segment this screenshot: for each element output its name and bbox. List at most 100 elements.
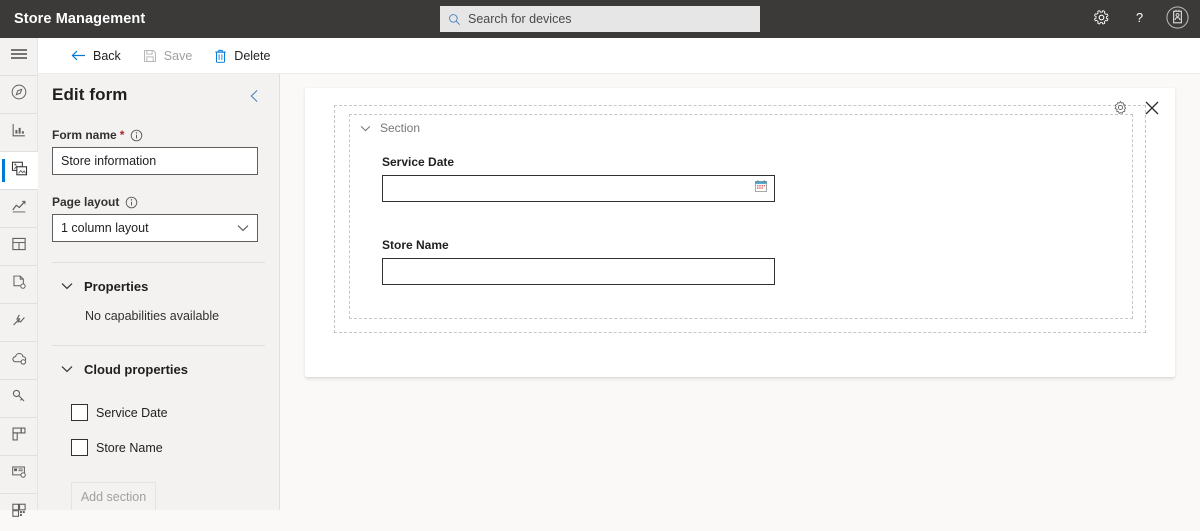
document-settings-icon (10, 273, 28, 296)
page-layout-label: Page layout (52, 195, 265, 209)
rail-item-layouts[interactable] (0, 228, 38, 265)
search-icon (448, 13, 461, 26)
help-icon-button[interactable]: ? (1120, 0, 1158, 38)
panel-collapse-button[interactable] (243, 86, 265, 108)
svg-text:?: ? (1135, 10, 1142, 25)
form-field-service-date: Service Date (382, 155, 1132, 202)
app-header: Store Management ? (0, 0, 1200, 38)
cloud-properties-accordion[interactable]: Cloud properties (52, 352, 265, 386)
checkbox-label: Store Name (96, 440, 163, 455)
form-name-input[interactable] (52, 147, 258, 175)
cloud-properties-title: Cloud properties (84, 361, 189, 377)
monitor-settings-icon (10, 463, 28, 486)
section-header[interactable]: Section (350, 115, 1132, 141)
section-settings-button[interactable] (1111, 100, 1129, 118)
checkbox-label: Service Date (96, 405, 168, 420)
devices-stack-icon (10, 159, 29, 183)
rail-item-dashboard[interactable] (0, 76, 38, 113)
save-label: Save (163, 48, 193, 63)
rail-item-cloud[interactable] (0, 342, 38, 379)
properties-accordion[interactable]: Properties (52, 269, 265, 303)
gear-icon (1113, 100, 1128, 118)
rail-item-documents[interactable] (0, 266, 38, 303)
compass-icon (10, 83, 28, 106)
store-name-input[interactable] (382, 258, 775, 285)
cloud-settings-icon (10, 349, 29, 373)
rail-item-reports[interactable] (0, 114, 38, 151)
bar-chart-icon (10, 121, 28, 144)
line-chart-icon (10, 197, 28, 220)
add-section-button[interactable]: Add section (71, 482, 156, 510)
chevron-down-icon (61, 282, 73, 290)
search-input[interactable] (468, 12, 752, 26)
delete-label: Delete (234, 48, 271, 63)
service-date-input[interactable] (382, 175, 775, 202)
panel-header: Edit form (52, 74, 265, 108)
chevron-down-icon (237, 221, 249, 235)
settings-icon-button[interactable] (1082, 0, 1120, 38)
brand-title: Store Management (14, 11, 146, 27)
flow-icon (10, 311, 28, 334)
page-layout-selected-value: 1 column layout (61, 221, 149, 235)
back-button[interactable]: Back (62, 41, 130, 71)
rail-item-devices[interactable] (0, 152, 38, 189)
global-search[interactable] (440, 6, 760, 32)
left-navigation-rail (0, 38, 38, 517)
info-icon[interactable] (130, 129, 143, 142)
account-badge-icon (1165, 5, 1190, 33)
page-layout-select[interactable]: 1 column layout (52, 214, 258, 242)
rail-item-analytics[interactable] (0, 190, 38, 227)
info-icon[interactable] (125, 196, 138, 209)
checkbox-box[interactable] (71, 404, 88, 421)
save-floppy-icon (143, 49, 157, 63)
checkbox-box[interactable] (71, 439, 88, 456)
trash-icon (214, 49, 227, 63)
gear-icon (1093, 9, 1110, 29)
properties-empty-text: No capabilities available (85, 309, 220, 323)
section-title: Section (380, 121, 421, 135)
chevron-down-icon[interactable] (360, 125, 371, 132)
rail-item-tiles[interactable] (0, 494, 38, 531)
field-label: Service Date (382, 155, 455, 169)
form-preview-card: Section Service Date Store Name (305, 88, 1175, 377)
key-icon (10, 387, 28, 410)
form-name-label-text: Form name (52, 128, 117, 142)
form-canvas: Section Service Date Store Name (281, 74, 1200, 510)
cloud-property-checkbox-store-name[interactable]: Store Name (71, 439, 265, 456)
form-name-label: Form name * (52, 128, 265, 142)
page-title: Edit form (52, 85, 128, 104)
command-bar: Back Save Delete (38, 38, 1200, 74)
account-button[interactable] (1158, 0, 1196, 38)
calendar-icon[interactable] (754, 179, 768, 198)
close-icon (1144, 100, 1160, 119)
required-marker: * (119, 128, 125, 142)
sections-container: Section Service Date Store Name (334, 105, 1146, 333)
field-label: Store Name (382, 238, 449, 252)
chevron-left-icon (249, 89, 260, 106)
chevron-down-icon (61, 365, 73, 373)
hamburger-menu-icon (10, 47, 28, 66)
rail-item-keys[interactable] (0, 380, 38, 417)
arrow-left-icon (71, 49, 86, 62)
rail-item-monitor[interactable] (0, 456, 38, 493)
rail-item-automation[interactable] (0, 304, 38, 341)
tiles-grid-icon (10, 501, 28, 524)
form-field-store-name: Store Name (382, 238, 1132, 285)
hamburger-menu-button[interactable] (0, 38, 38, 75)
section-remove-button[interactable] (1143, 100, 1161, 118)
template-blocks-icon (10, 425, 28, 448)
save-button[interactable]: Save (134, 41, 202, 71)
edit-form-panel: Edit form Form name * Page layout 1 colu… (38, 74, 280, 510)
header-actions: ? (1082, 0, 1196, 38)
properties-title: Properties (84, 278, 149, 294)
delete-button[interactable]: Delete (205, 41, 279, 71)
section-tools (1111, 100, 1161, 118)
help-icon: ? (1131, 9, 1148, 29)
layout-grid-icon (10, 235, 28, 258)
cloud-property-checkbox-service-date[interactable]: Service Date (71, 404, 265, 421)
form-section[interactable]: Section Service Date Store Name (349, 114, 1133, 319)
back-label: Back (93, 48, 121, 63)
panel-divider (52, 345, 265, 346)
rail-item-templates[interactable] (0, 418, 38, 455)
panel-divider (52, 262, 265, 263)
